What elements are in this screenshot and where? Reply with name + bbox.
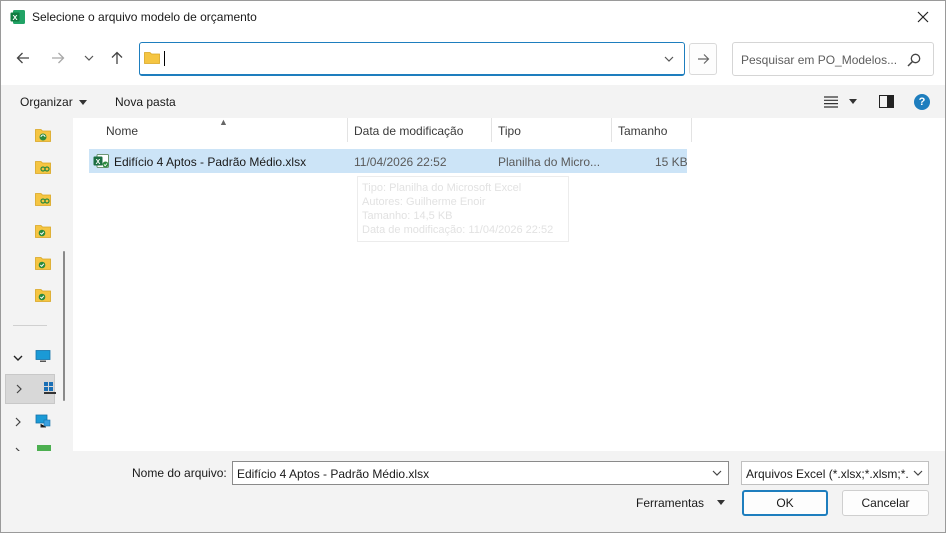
file-type-filter[interactable]: Arquivos Excel (*.xlsx;*.xlsm;*.xl [741, 461, 929, 485]
chevron-down-icon[interactable] [13, 353, 23, 363]
text-caret [164, 51, 165, 66]
search-icon[interactable] [907, 53, 921, 67]
footer: Nome do arquivo: Edifício 4 Aptos - Padr… [1, 451, 945, 532]
chevron-right-icon[interactable] [13, 417, 23, 427]
nav-separator [13, 325, 47, 326]
search-placeholder: Pesquisar em PO_Modelos... [741, 53, 898, 67]
column-divider[interactable] [691, 118, 692, 142]
tools-menu[interactable]: Ferramentas [636, 496, 704, 510]
tooltip-line: Tipo: Planilha do Microsoft Excel [362, 182, 522, 194]
up-button[interactable] [106, 47, 128, 69]
new-folder-button[interactable]: Nova pasta [115, 95, 176, 109]
shared-folder-icon[interactable] [35, 192, 51, 206]
forward-button[interactable] [47, 47, 69, 69]
shared-folder-icon[interactable] [35, 160, 51, 174]
file-name: Edifício 4 Aptos - Padrão Médio.xlsx [114, 155, 307, 169]
navigation-bar: Pesquisar em PO_Modelos... [1, 33, 945, 85]
chevron-down-icon[interactable] [712, 468, 722, 478]
column-header-name[interactable]: Nome [106, 118, 138, 142]
windows-drive-icon [44, 382, 56, 394]
svg-text:X: X [96, 159, 101, 166]
file-size: 15 KB [655, 155, 688, 169]
help-icon[interactable]: ? [914, 94, 930, 110]
caret-down-icon [78, 100, 87, 106]
folder-icon [144, 52, 160, 64]
network-icon[interactable] [35, 414, 51, 428]
sync-folder-icon[interactable] [35, 128, 51, 142]
chevron-down-icon[interactable] [908, 462, 928, 484]
chevron-right-icon[interactable] [14, 384, 24, 394]
search-box[interactable]: Pesquisar em PO_Modelos... [732, 42, 934, 76]
chevron-down-icon [84, 55, 94, 61]
this-pc-icon[interactable] [35, 350, 51, 363]
column-divider[interactable] [611, 118, 612, 142]
go-button[interactable] [689, 43, 717, 75]
cancel-button[interactable]: Cancelar [842, 490, 929, 516]
arrow-right-icon [52, 52, 65, 64]
column-header-size[interactable]: Tamanho [618, 118, 667, 142]
file-row[interactable]: X Edifício 4 Aptos - Padrão Médio.xlsx 1… [89, 149, 688, 173]
arrow-left-icon [16, 52, 29, 64]
arrow-up-icon [111, 51, 123, 64]
nav-item-drive[interactable] [5, 374, 56, 404]
excel-app-icon: X [10, 10, 25, 24]
window-title: Selecione o arquivo modelo de orçamento [32, 10, 257, 24]
navigation-pane [1, 118, 73, 451]
command-bar: Organizar Nova pasta ? [1, 85, 945, 118]
file-type: Planilha do Micro... [498, 155, 601, 169]
synced-folder-icon[interactable] [35, 224, 51, 238]
view-details-icon[interactable] [824, 96, 838, 108]
ok-button[interactable]: OK [742, 490, 828, 516]
excel-file-icon: X [93, 154, 109, 168]
title-bar: X Selecione o arquivo modelo de orçament… [1, 1, 945, 33]
svg-text:X: X [12, 13, 17, 22]
tooltip-line: Autores: Guilherme Enoir [362, 196, 486, 208]
arrow-right-icon [697, 54, 709, 64]
tooltip-line: Data de modificação: 11/04/2026 22:52 [362, 224, 554, 236]
close-button[interactable] [901, 1, 945, 33]
column-divider[interactable] [347, 118, 348, 142]
file-open-dialog: X Selecione o arquivo modelo de orçament… [0, 0, 946, 533]
tooltip-line: Tamanho: 14,5 KB [362, 210, 453, 222]
sort-ascending-icon: ▲ [219, 117, 228, 127]
column-divider[interactable] [491, 118, 492, 142]
column-header-type[interactable]: Tipo [498, 118, 521, 142]
synced-folder-icon[interactable] [35, 256, 51, 270]
file-date: 11/04/2026 22:52 [354, 155, 447, 169]
filename-combobox[interactable]: Edifício 4 Aptos - Padrão Médio.xlsx [232, 461, 729, 485]
chevron-down-glyph [913, 470, 923, 476]
file-info-tooltip: Tipo: Planilha do Microsoft Excel Autore… [357, 176, 569, 242]
chevron-down-icon[interactable] [662, 52, 676, 66]
close-icon [917, 11, 929, 23]
navigation-scrollbar[interactable] [63, 251, 65, 401]
recent-locations-button[interactable] [78, 47, 100, 69]
preview-pane-icon[interactable] [879, 95, 894, 108]
synced-folder-icon[interactable] [35, 288, 51, 302]
organize-menu[interactable]: Organizar [20, 95, 87, 109]
filename-label: Nome do arquivo: [132, 466, 227, 480]
filename-value: Edifício 4 Aptos - Padrão Médio.xlsx [237, 467, 430, 481]
back-button[interactable] [12, 47, 34, 69]
view-options-caret-icon[interactable] [849, 99, 857, 104]
column-header-date[interactable]: Data de modificação [354, 118, 463, 142]
file-type-filter-value: Arquivos Excel (*.xlsx;*.xlsm;*.xl [746, 467, 918, 481]
caret-down-icon[interactable] [717, 500, 725, 505]
organize-label: Organizar [20, 95, 73, 109]
address-bar[interactable] [139, 42, 685, 76]
file-list: ▲ Nome Data de modificação Tipo Tamanho … [73, 117, 945, 451]
